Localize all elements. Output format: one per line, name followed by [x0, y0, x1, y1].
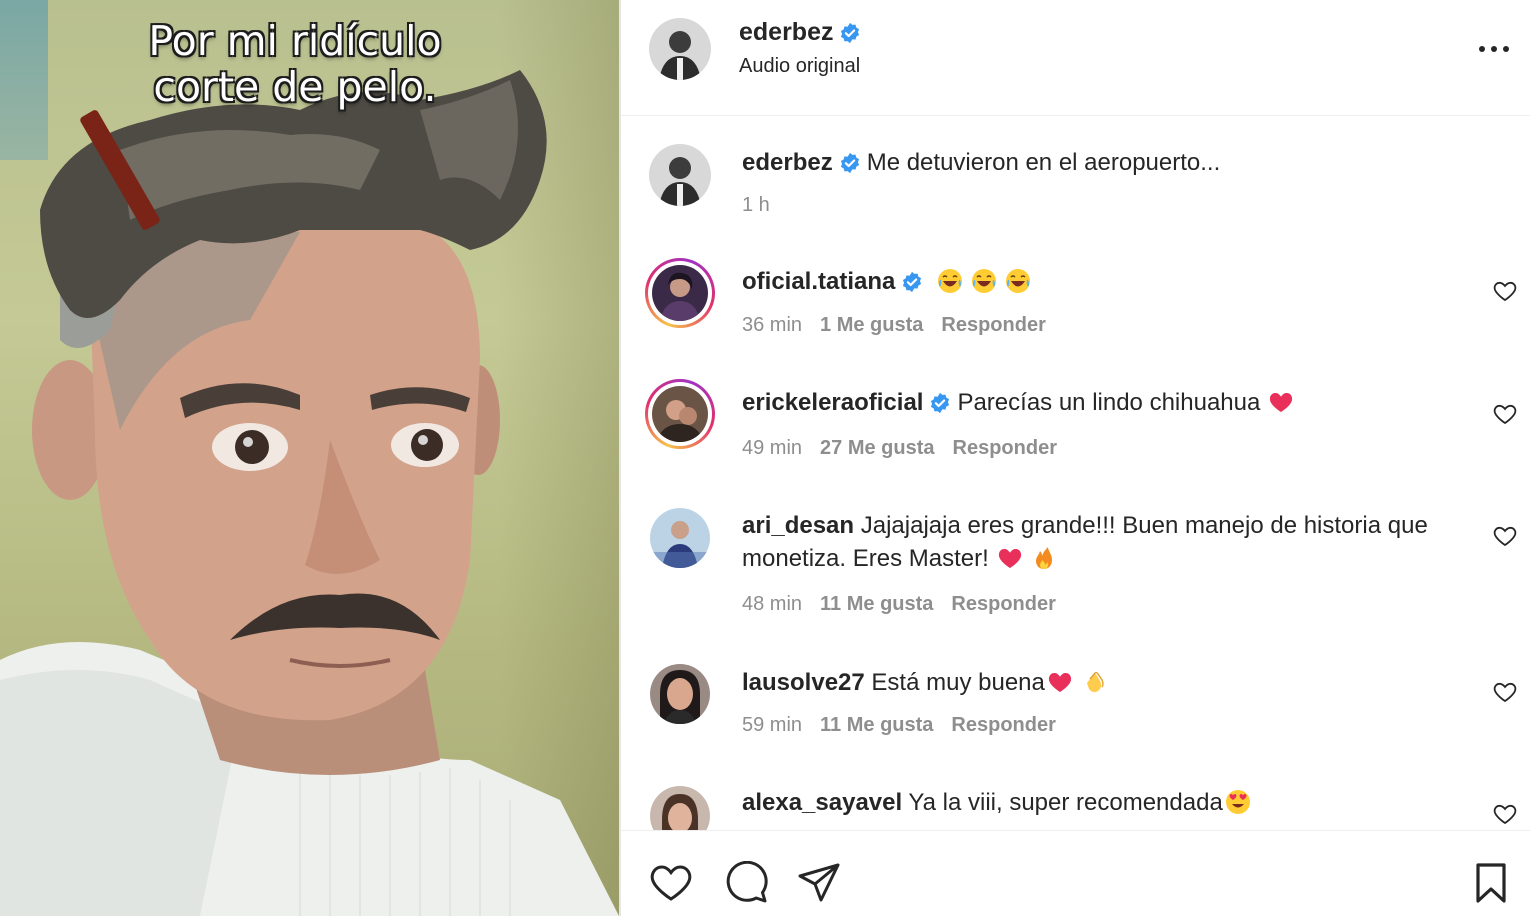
- comment-meta: 49 min 27 Me gusta Responder: [742, 437, 1075, 460]
- comment-text: alexa_sayavel Ya la viii, super recomend…: [742, 786, 1482, 819]
- reply-button[interactable]: Responder: [951, 593, 1055, 615]
- post-caption: ederbez Me detuvieron en el aeropuerto...: [742, 146, 1482, 179]
- heart-outline-icon[interactable]: [649, 861, 693, 905]
- caption-meta: 1 h: [742, 194, 788, 217]
- more-options-icon[interactable]: [1477, 34, 1511, 64]
- audio-link[interactable]: Audio original: [739, 55, 860, 78]
- heart-emoji-icon: [1048, 672, 1071, 692]
- comment-body: Está muy buena: [871, 669, 1045, 696]
- comment-likes[interactable]: 11 Me gusta: [820, 593, 933, 615]
- author-username-text[interactable]: ederbez: [739, 18, 833, 46]
- comment-time[interactable]: 48 min: [742, 593, 802, 615]
- post-media[interactable]: Por mi ridículo corte de pelo.: [0, 0, 619, 916]
- comment-meta: 59 min 11 Me gusta Responder: [742, 714, 1074, 737]
- paper-plane-icon[interactable]: [797, 861, 841, 905]
- header-divider: [621, 115, 1530, 116]
- reply-button[interactable]: Responder: [951, 714, 1055, 736]
- comment-likes[interactable]: 1 Me gusta: [820, 314, 923, 336]
- verified-badge-icon: [931, 392, 950, 414]
- fire-emoji-icon: [1035, 547, 1052, 569]
- comment-username[interactable]: ari_desan: [742, 512, 854, 539]
- comment-like-heart-icon[interactable]: [1493, 279, 1517, 303]
- comment-username[interactable]: alexa_sayavel: [742, 789, 902, 816]
- commenter-avatar[interactable]: [652, 265, 708, 321]
- caption-author-avatar[interactable]: [649, 144, 711, 206]
- post-action-bar: [621, 830, 1530, 916]
- post-detail-panel: ederbez Audio original ederbez Me detuvie…: [621, 0, 1530, 916]
- commenter-avatar[interactable]: [650, 508, 710, 568]
- bookmark-icon[interactable]: [1469, 861, 1513, 905]
- clap-emoji-icon: [1086, 671, 1104, 693]
- author-username[interactable]: ederbez: [739, 18, 861, 47]
- comment-text: oficial.tatiana: [742, 265, 1482, 298]
- verified-badge-icon: [841, 22, 860, 44]
- comment-time[interactable]: 59 min: [742, 714, 802, 736]
- heart-emoji-icon: [998, 548, 1021, 568]
- comment-username[interactable]: oficial.tatiana: [742, 268, 895, 295]
- laughing-emoji-icon: [938, 269, 963, 293]
- comment-likes[interactable]: 27 Me gusta: [820, 437, 934, 459]
- comment-username[interactable]: lausolve27: [742, 669, 865, 696]
- comment-like-heart-icon[interactable]: [1493, 524, 1517, 548]
- verified-badge-icon: [840, 152, 859, 174]
- author-avatar[interactable]: [649, 18, 711, 80]
- comment-likes[interactable]: 11 Me gusta: [820, 714, 933, 736]
- caption-text: Me detuvieron en el aeropuerto...: [866, 149, 1221, 176]
- comment-like-heart-icon[interactable]: [1493, 802, 1517, 826]
- comment-like-heart-icon[interactable]: [1493, 402, 1517, 426]
- comment-text: lausolve27 Está muy buena: [742, 666, 1482, 699]
- man-with-odd-haircut-photo: [0, 70, 619, 916]
- comment-body: Parecías un lindo chihuahua: [957, 389, 1261, 416]
- comment-meta: 48 min 11 Me gusta Responder: [742, 593, 1074, 616]
- verified-badge-icon: [903, 271, 922, 293]
- commenter-avatar[interactable]: [650, 664, 710, 724]
- comment-meta: 36 min 1 Me gusta Responder: [742, 314, 1064, 337]
- reply-button[interactable]: Responder: [953, 437, 1057, 459]
- reply-button[interactable]: Responder: [941, 314, 1045, 336]
- media-caption-line-2: corte de pelo.: [153, 63, 437, 111]
- comment-body: Ya la viii, super recomendada: [908, 789, 1223, 816]
- heart-emoji-icon: [1270, 392, 1293, 412]
- commenter-avatar[interactable]: [652, 386, 708, 442]
- comment-like-heart-icon[interactable]: [1493, 680, 1517, 704]
- caption-username[interactable]: ederbez: [742, 149, 833, 176]
- heart-eyes-emoji-icon: [1225, 790, 1250, 814]
- media-caption: Por mi ridículo corte de pelo.: [70, 18, 520, 110]
- comment-bubble-icon[interactable]: [724, 861, 768, 905]
- laughing-emoji-icon: [1006, 269, 1031, 293]
- laughing-emoji-icon: [972, 269, 997, 293]
- caption-time[interactable]: 1 h: [742, 194, 770, 216]
- comment-username[interactable]: erickeleraoficial: [742, 389, 923, 416]
- media-caption-line-1: Por mi ridículo: [148, 17, 442, 65]
- comment-text: erickeleraoficial Parecías un lindo chihu…: [742, 386, 1482, 419]
- comment-time[interactable]: 49 min: [742, 437, 802, 459]
- comment-text: ari_desan Jajajajaja eres grande!!! Buen…: [742, 509, 1482, 575]
- comment-time[interactable]: 36 min: [742, 314, 802, 336]
